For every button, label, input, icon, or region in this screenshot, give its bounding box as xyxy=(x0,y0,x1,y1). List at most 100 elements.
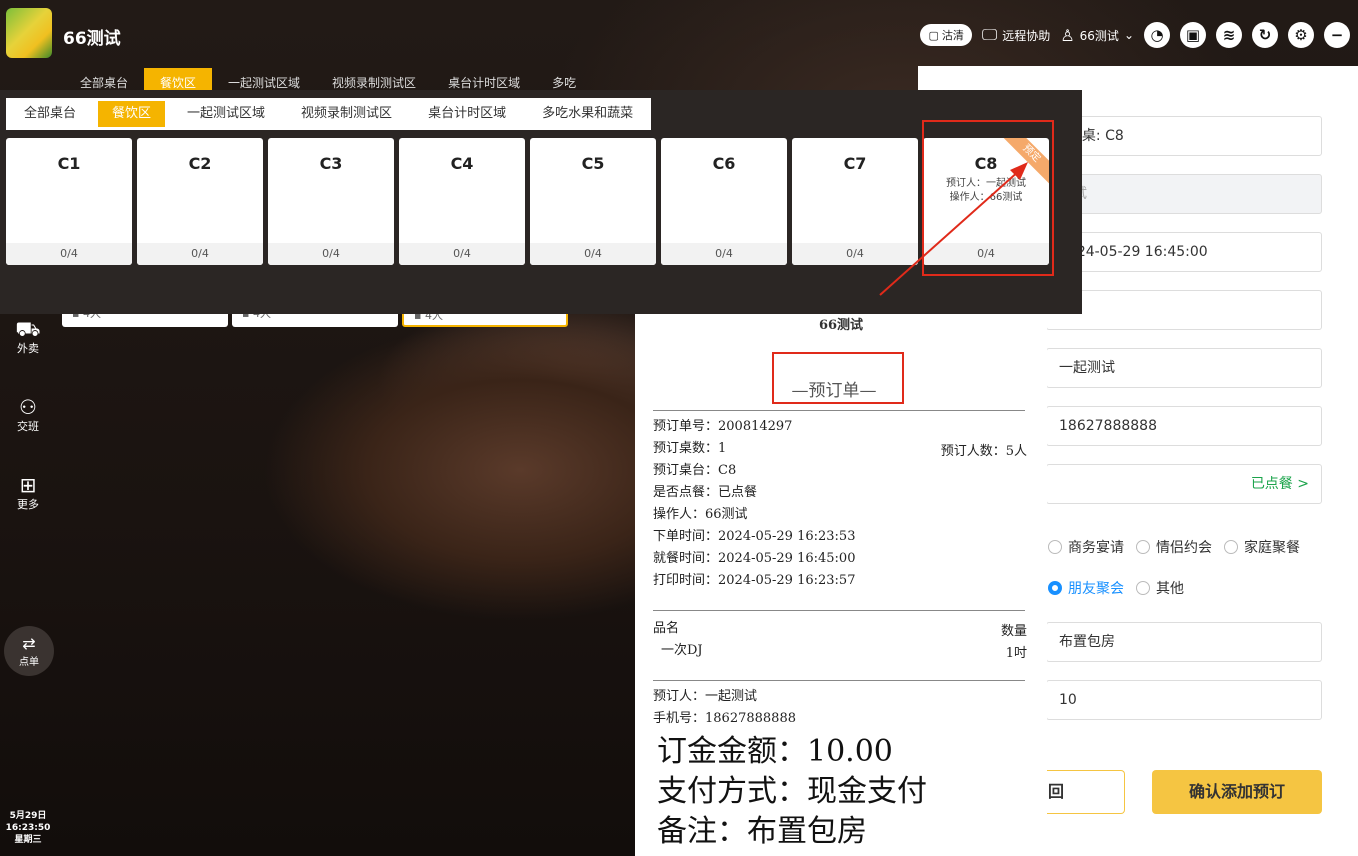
table-card[interactable]: C5 0/4 xyxy=(530,138,656,265)
receipt-tables-count: 预订桌数：1 xyxy=(653,441,727,456)
sidebar-label: 外卖 xyxy=(17,342,39,355)
store-logo xyxy=(6,8,52,58)
receipt-item-qty: 1吋 xyxy=(1005,646,1027,661)
bg-tab[interactable]: 一起测试区域 xyxy=(212,68,316,92)
wifi-icon[interactable]: ≋ xyxy=(1216,22,1242,48)
receipt-shop: 66测试 xyxy=(818,318,864,333)
monitor-icon: 🖵 xyxy=(981,25,998,44)
table-capacity: 0/4 xyxy=(399,243,525,265)
grid-icon: ⊞ xyxy=(19,473,37,497)
top-bar-actions: ▢ 沽清 🖵 远程协助 ♙ 66测试 ⌄ ◔ ▣ ≋ ↻ ⚙ − xyxy=(920,20,1350,50)
receipt-table: 预订桌台：C8 xyxy=(653,463,737,478)
bg-tab[interactable]: 多吃 xyxy=(536,68,592,92)
headset-icon[interactable]: ◔ xyxy=(1144,22,1170,48)
tab-video-area[interactable]: 视频录制测试区 xyxy=(283,98,410,130)
sidebar-item-shift[interactable]: ⚇ 交班 xyxy=(0,396,56,434)
screen-icon[interactable]: ▣ xyxy=(1180,22,1206,48)
area-tabs: 全部桌台 餐饮区 一起测试区域 视频录制测试区 桌台计时区域 多吃水果和蔬菜 xyxy=(6,98,652,130)
operator-field[interactable]: 测试 xyxy=(1046,174,1322,214)
clean-button[interactable]: ▢ 沽清 xyxy=(920,24,972,46)
order-button[interactable]: ⇄ 点单 xyxy=(4,626,54,676)
purpose-row-1: 商务宴请 情侣约会 家庭聚餐 xyxy=(1048,537,1300,557)
bg-tab[interactable]: 全部桌台 xyxy=(64,68,144,92)
table-name: C7 xyxy=(843,154,867,173)
table-name: C2 xyxy=(188,154,212,173)
table-card[interactable]: C1 0/4 xyxy=(6,138,132,265)
table-cards: C1 0/4 C2 0/4 C3 0/4 C4 0/4 C5 0/4 C6 0/4 C7 0/… xyxy=(6,138,1049,265)
sidebar-label: 更多 xyxy=(17,498,39,511)
table-name: C5 xyxy=(581,154,605,173)
receipt-dine-time: 就餐时间：2024-05-29 16:45:00 xyxy=(653,551,856,566)
purpose-row-2: 朋友聚会 其他 xyxy=(1048,578,1184,598)
takeout-icon: ⛟ xyxy=(15,317,41,341)
remote-assist-button[interactable]: 🖵 远程协助 xyxy=(982,25,1050,45)
radio-label: 朋友聚会 xyxy=(1068,581,1124,597)
receipt-col-name: 品名 xyxy=(653,621,680,636)
clean-icon: ▢ xyxy=(928,28,939,42)
radio-family[interactable]: 家庭聚餐 xyxy=(1224,537,1300,557)
receipt-people: 预订人数：5人 xyxy=(940,444,1027,459)
tab-all[interactable]: 全部桌台 xyxy=(6,98,94,130)
deposit-field[interactable]: 10 xyxy=(1046,680,1322,720)
table-card[interactable]: C4 0/4 xyxy=(399,138,525,265)
people-field[interactable]: 5 xyxy=(1046,290,1322,330)
radio-date[interactable]: 情侣约会 xyxy=(1136,537,1212,557)
user-menu[interactable]: ♙ 66测试 ⌄ xyxy=(1060,26,1134,45)
table-card[interactable]: C2 0/4 xyxy=(137,138,263,265)
table-capacity: 0/4 xyxy=(6,243,132,265)
phone-field[interactable]: 18627888888 xyxy=(1046,406,1322,446)
radio-friends[interactable]: 朋友聚会 xyxy=(1048,578,1124,598)
weekday-label: 星期三 xyxy=(14,835,42,845)
minus-icon[interactable]: − xyxy=(1324,22,1350,48)
refresh-icon[interactable]: ↻ xyxy=(1252,22,1278,48)
receipt-title: —预订单— xyxy=(791,381,877,401)
table-name: C6 xyxy=(712,154,736,173)
remark-field[interactable]: 布置包房 xyxy=(1046,622,1322,662)
back-button[interactable]: 回 xyxy=(1046,770,1125,814)
receipt-order-no: 预订单号：200814297 xyxy=(653,419,793,434)
receipt-preview: 66测试 —预订单— 预订单号：200814297 预订桌数：1 预订人数：5人… xyxy=(635,314,1047,856)
tab-timer-area[interactable]: 桌台计时区域 xyxy=(410,98,524,130)
settings-icon[interactable]: ⚙ xyxy=(1288,22,1314,48)
table-card[interactable]: C3 0/4 xyxy=(268,138,394,265)
table-card[interactable]: C6 0/4 xyxy=(661,138,787,265)
radio-label: 其他 xyxy=(1156,581,1184,597)
divider xyxy=(653,680,1025,681)
tab-test-area[interactable]: 一起测试区域 xyxy=(169,98,283,130)
radio-label: 家庭聚餐 xyxy=(1244,540,1300,556)
bg-tab-active[interactable]: 餐饮区 xyxy=(144,68,213,92)
table-card[interactable]: C7 0/4 xyxy=(792,138,918,265)
divider xyxy=(653,410,1025,411)
receipt-remark: 备注：布置包房 xyxy=(657,814,867,849)
time-field[interactable]: 2024-05-29 16:45:00 xyxy=(1046,232,1322,272)
sidebar-item-more[interactable]: ⊞ 更多 xyxy=(0,474,56,512)
tab-dining[interactable]: 餐饮区 xyxy=(98,101,166,127)
bg-tab[interactable]: 桌台计时区域 xyxy=(432,68,536,92)
clean-label: 沽清 xyxy=(941,29,964,42)
user-icon: ♙ xyxy=(1060,25,1075,45)
tab-fruit-area[interactable]: 多吃水果和蔬菜 xyxy=(524,98,651,130)
ordered-field[interactable]: 已点餐 > xyxy=(1046,464,1322,504)
bg-tab[interactable]: 视频录制测试区 xyxy=(316,68,432,92)
top-bar: 66测试 ▢ 沽清 🖵 远程协助 ♙ 66测试 ⌄ ◔ ▣ ≋ ↻ ⚙ − xyxy=(0,0,1358,68)
shift-icon: ⚇ xyxy=(19,395,37,419)
receipt-pay: 支付方式：现金支付 xyxy=(657,774,927,809)
confirm-reservation-button[interactable]: 确认添加预订 xyxy=(1152,770,1322,814)
radio-other[interactable]: 其他 xyxy=(1136,578,1184,598)
name-field[interactable]: 一起测试 xyxy=(1046,348,1322,388)
swap-icon: ⇄ xyxy=(22,634,36,653)
table-field[interactable]: 选1桌: C8 xyxy=(1046,116,1322,156)
highlight-box xyxy=(922,120,1054,276)
sidebar-item-takeout[interactable]: ⛟ 外卖 xyxy=(0,318,56,356)
sidebar-label: 交班 xyxy=(17,420,39,433)
time-label: 16:23:50 xyxy=(5,823,51,833)
user-label: 66测试 xyxy=(1079,28,1119,43)
receipt-ordered: 是否点餐：已点餐 xyxy=(653,485,758,500)
table-capacity: 0/4 xyxy=(530,243,656,265)
radio-business[interactable]: 商务宴请 xyxy=(1048,537,1124,557)
table-capacity: 0/4 xyxy=(137,243,263,265)
table-name: C1 xyxy=(57,154,81,173)
background-area-tabs: 全部桌台 餐饮区 一起测试区域 视频录制测试区 桌台计时区域 多吃 xyxy=(64,68,592,92)
table-name: C3 xyxy=(319,154,343,173)
order-label: 点单 xyxy=(19,657,39,668)
